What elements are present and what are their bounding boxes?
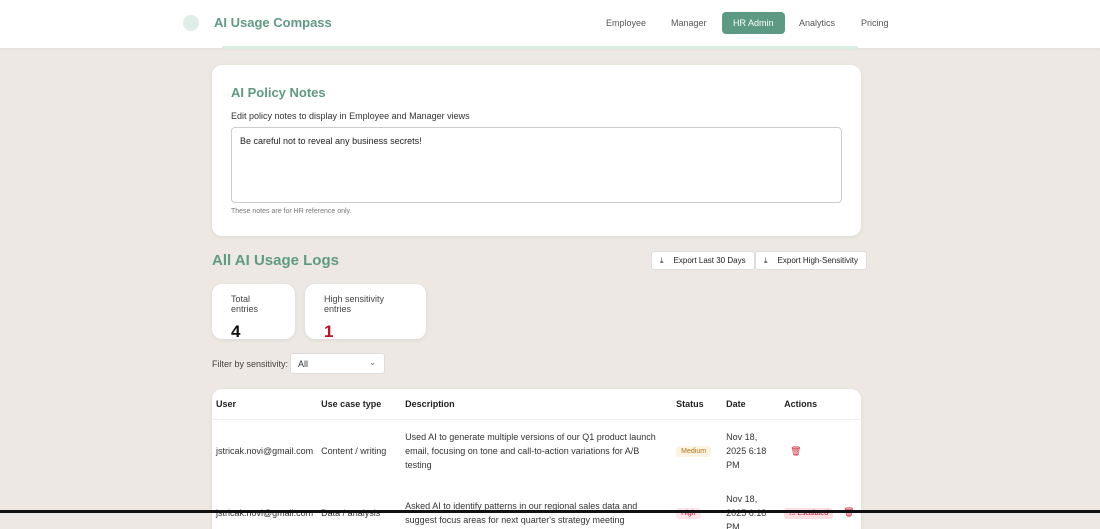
stat-value: 1 xyxy=(324,322,334,341)
total-entries-card: Total entries 4 xyxy=(212,284,295,341)
cell-description: Asked AI to identify patterns in our reg… xyxy=(405,501,638,525)
download-icon: ⤓ xyxy=(660,255,664,265)
button-label: Export Last 30 Days xyxy=(673,256,746,265)
export-30-days-button[interactable]: ⤓ Export Last 30 Days xyxy=(651,251,755,270)
export-high-sensitivity-button[interactable]: ⤓ Export High-Sensitivity xyxy=(755,251,868,270)
nav-pricing[interactable]: Pricing xyxy=(850,12,900,34)
nav-manager[interactable]: Manager xyxy=(660,12,718,34)
col-user: User xyxy=(212,389,318,420)
cell-user: jstricak.novi@gmail.com xyxy=(216,508,314,518)
divider xyxy=(222,46,858,49)
cell-description: Used AI to generate multiple versions of… xyxy=(405,432,656,470)
compass-logo-icon xyxy=(183,15,199,31)
stat-value: 4 xyxy=(231,322,241,341)
table-row: jstricak.novi@gmail.com Data / analysis … xyxy=(212,482,861,529)
status-badge: Medium xyxy=(676,446,712,457)
policy-notes-textarea[interactable]: Be careful not to reveal any business se… xyxy=(231,127,842,203)
stat-label: High sensitivity entries xyxy=(324,294,385,314)
cell-date: Nov 18, 2025 6:18 PM xyxy=(726,432,767,470)
col-date: Date xyxy=(722,389,781,420)
button-label: Export High-Sensitivity xyxy=(777,256,859,265)
brand-name[interactable]: AI Usage Compass xyxy=(214,15,332,30)
nav-hr-admin[interactable]: HR Admin xyxy=(722,12,785,34)
table-header: User Use case type Description Status Da… xyxy=(212,389,861,420)
col-status: Status xyxy=(672,389,723,420)
high-sensitivity-card: High sensitivity entries 1 xyxy=(305,284,426,341)
logs-table: User Use case type Description Status Da… xyxy=(212,389,861,529)
nav-employee[interactable]: Employee xyxy=(595,12,657,34)
top-bar: AI Usage Compass Employee Manager HR Adm… xyxy=(0,0,1100,48)
cell-date: Nov 18, 2025 6:18 PM xyxy=(726,494,767,529)
logs-table-card: User Use case type Description Status Da… xyxy=(212,389,861,529)
policy-title: AI Policy Notes xyxy=(231,85,326,100)
policy-label: Edit policy notes to display in Employee… xyxy=(231,111,470,121)
stat-label: Total entries xyxy=(231,294,259,314)
filter-label: Filter by sensitivity: xyxy=(212,359,289,369)
select-value: All xyxy=(298,359,309,369)
col-actions: Actions xyxy=(780,389,861,420)
sensitivity-select[interactable]: All ⌄ xyxy=(290,353,385,374)
col-type: Use case type xyxy=(317,389,402,420)
policy-card: AI Policy Notes Edit policy notes to dis… xyxy=(212,65,861,236)
delete-trash-icon[interactable]: 🗑 xyxy=(790,446,801,456)
download-icon: ⤓ xyxy=(764,255,768,265)
cell-user: jstricak.novi@gmail.com xyxy=(216,446,314,456)
policy-hint: These notes are for HR reference only. xyxy=(231,208,352,215)
chevron-down-icon: ⌄ xyxy=(369,358,376,367)
col-description: Description xyxy=(401,389,673,420)
nav-analytics[interactable]: Analytics xyxy=(788,12,846,34)
cell-type: Content / writing xyxy=(321,446,387,456)
logs-title: All AI Usage Logs xyxy=(212,252,339,269)
table-row: jstricak.novi@gmail.com Content / writin… xyxy=(212,420,861,483)
cell-type: Data / analysis xyxy=(321,508,381,518)
